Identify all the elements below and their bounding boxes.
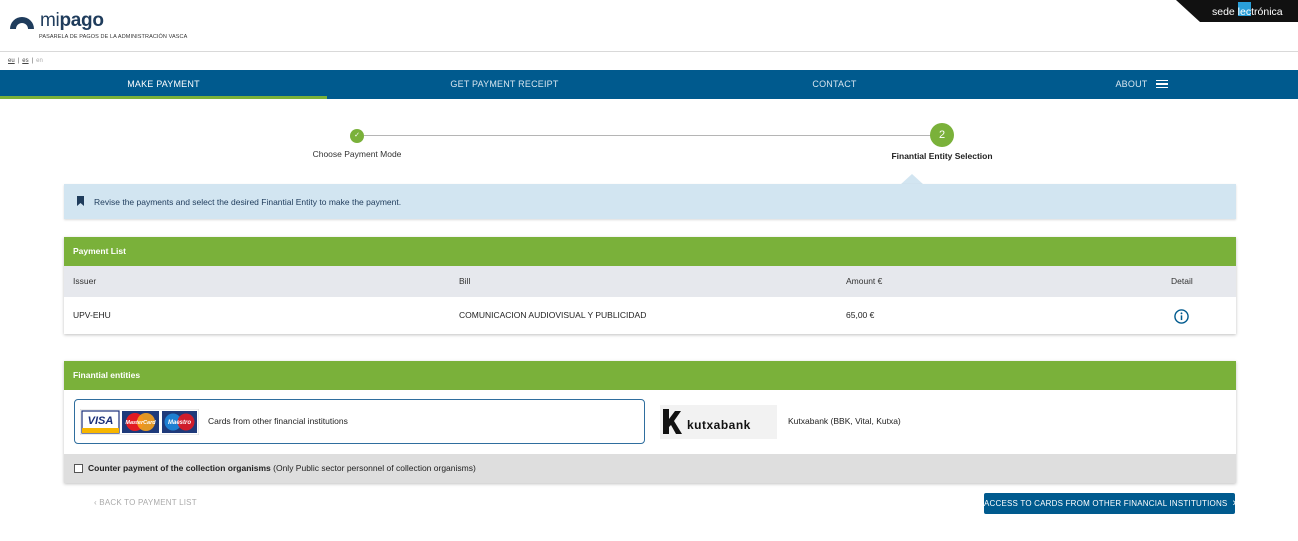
row-bill: COMUNICACION AUDIOVISUAL Y PUBLICIDAD [459, 310, 647, 320]
step-2-label: Finantial Entity Selection [891, 151, 993, 161]
col-bill: Bill [459, 276, 471, 286]
counter-payment-row: Counter payment of the collection organi… [64, 454, 1236, 483]
entities-body: VISA MasterCard Maestro Cards from other… [64, 390, 1236, 454]
logo-text: mipago [40, 10, 104, 31]
nav-get-payment-receipt[interactable]: GET PAYMENT RECEIPT [341, 70, 668, 99]
svg-text:kutxabank: kutxabank [687, 418, 751, 432]
step-1-label: Choose Payment Mode [312, 149, 402, 159]
card-logos-icon: VISA MasterCard Maestro [80, 409, 199, 435]
chevron-right-icon: › [1232, 497, 1237, 509]
nav-about-label: ABOUT [1115, 79, 1148, 89]
kutxabank-logo[interactable]: kutxabank [660, 405, 777, 439]
step-1-check-icon: ✓ [350, 129, 364, 143]
svg-text:MasterCard: MasterCard [125, 420, 156, 426]
cards-option[interactable]: VISA MasterCard Maestro Cards from other… [74, 399, 645, 444]
nav-about[interactable]: ABOUT [978, 70, 1298, 99]
col-detail: Detail [1171, 276, 1193, 286]
back-to-payment-list-link[interactable]: ‹ BACK TO PAYMENT LIST [94, 498, 197, 507]
svg-text:VISA: VISA [88, 415, 114, 427]
row-issuer: UPV-EHU [73, 310, 111, 320]
step-2-number: 2 [930, 123, 954, 147]
financial-entities-panel: Finantial entities VISA MasterCard Maest… [64, 361, 1236, 483]
menu-icon [1155, 80, 1168, 88]
sede-electronica-logo[interactable]: sede lectrónica [1176, 0, 1298, 22]
payment-list-panel: Payment List Issuer Bill Amount € Detail… [64, 237, 1236, 334]
info-text: Revise the payments and select the desir… [94, 197, 402, 207]
cards-option-label: Cards from other financial institutions [208, 416, 348, 426]
stepper-line [364, 135, 931, 136]
nav-contact[interactable]: CONTACT [671, 70, 998, 99]
lang-eu[interactable]: eu [8, 58, 15, 64]
language-switcher: eu | es | en [8, 58, 43, 64]
info-circle-icon[interactable] [1174, 309, 1189, 324]
payment-table-header: Issuer Bill Amount € Detail [64, 266, 1236, 297]
col-amount: Amount € [846, 276, 883, 286]
nav-make-payment[interactable]: MAKE PAYMENT [0, 70, 327, 99]
back-label: BACK TO PAYMENT LIST [99, 498, 197, 507]
col-issuer: Issuer [73, 276, 97, 286]
payment-list-title: Payment List [64, 237, 1236, 266]
financial-entities-title: Finantial entities [64, 361, 1236, 390]
kutxabank-label: Kutxabank (BBK, Vital, Kutxa) [788, 416, 901, 426]
access-cards-button[interactable]: ACCESS TO CARDS FROM OTHER FINANCIAL INS… [984, 493, 1237, 514]
sede-text: sede lectrónica [1212, 6, 1283, 18]
info-box: Revise the payments and select the desir… [64, 184, 1236, 219]
access-label: ACCESS TO CARDS FROM OTHER FINANCIAL INS… [984, 499, 1228, 508]
header: mipago PASARELA DE PAGOS DE LA ADMINISTR… [0, 0, 1298, 52]
main-nav: MAKE PAYMENT GET PAYMENT RECEIPT CONTACT… [0, 70, 1298, 99]
svg-text:Maestro: Maestro [168, 420, 191, 426]
table-row: UPV-EHU COMUNICACION AUDIOVISUAL Y PUBLI… [64, 297, 1236, 334]
row-amount: 65,00 € [846, 310, 875, 320]
logo-arc-icon [10, 17, 34, 29]
lang-en: en [36, 58, 43, 64]
lang-es[interactable]: es [22, 58, 28, 64]
counter-payment-checkbox[interactable] [74, 464, 83, 473]
counter-payment-label: Counter payment of the collection organi… [88, 463, 476, 473]
logo-subtitle: PASARELA DE PAGOS DE LA ADMINISTRACIÓN V… [39, 34, 188, 40]
bookmark-icon [77, 196, 84, 206]
